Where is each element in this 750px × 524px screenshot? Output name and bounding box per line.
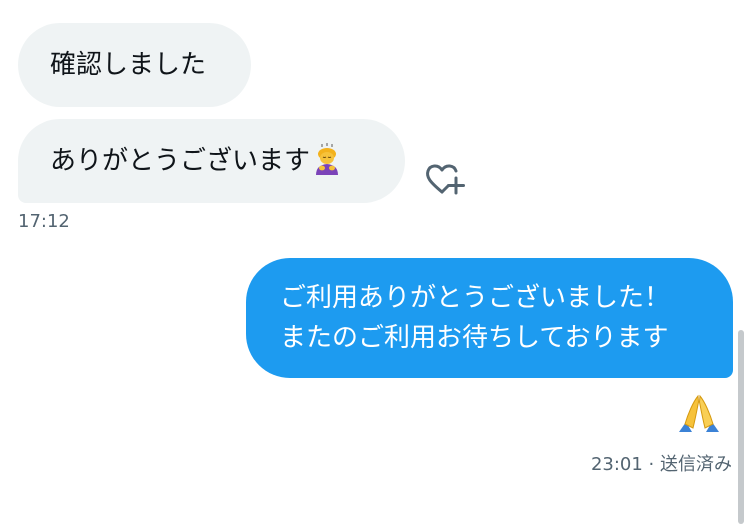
message-text: ありがとうございます: [50, 146, 311, 176]
message-timestamp: 17:12: [18, 211, 70, 232]
heart-plus-icon[interactable]: [424, 160, 468, 198]
delivery-status: · 送信済み: [642, 454, 732, 475]
incoming-message[interactable]: ありがとうございます: [18, 119, 405, 203]
folded-hands-emoji: [679, 394, 719, 432]
scrollbar[interactable]: [738, 330, 744, 524]
message-text-line: ご利用ありがとうございました！: [280, 283, 671, 313]
person-bowing-emoji: [316, 143, 339, 175]
message-timestamp: 23:01: [590, 454, 643, 475]
conversation-view: 確認しました ありがとうございます 17:12 ご利用ありがとうございました！ …: [0, 0, 750, 524]
outgoing-message[interactable]: ご利用ありがとうございました！ またのご利用お待ちしております: [246, 258, 733, 378]
message-text-line: またのご利用お待ちしております: [280, 323, 669, 353]
message-text: 確認しました: [50, 50, 207, 80]
incoming-message[interactable]: 確認しました: [18, 23, 251, 107]
message-status: 23:01 · 送信済み: [591, 450, 732, 476]
